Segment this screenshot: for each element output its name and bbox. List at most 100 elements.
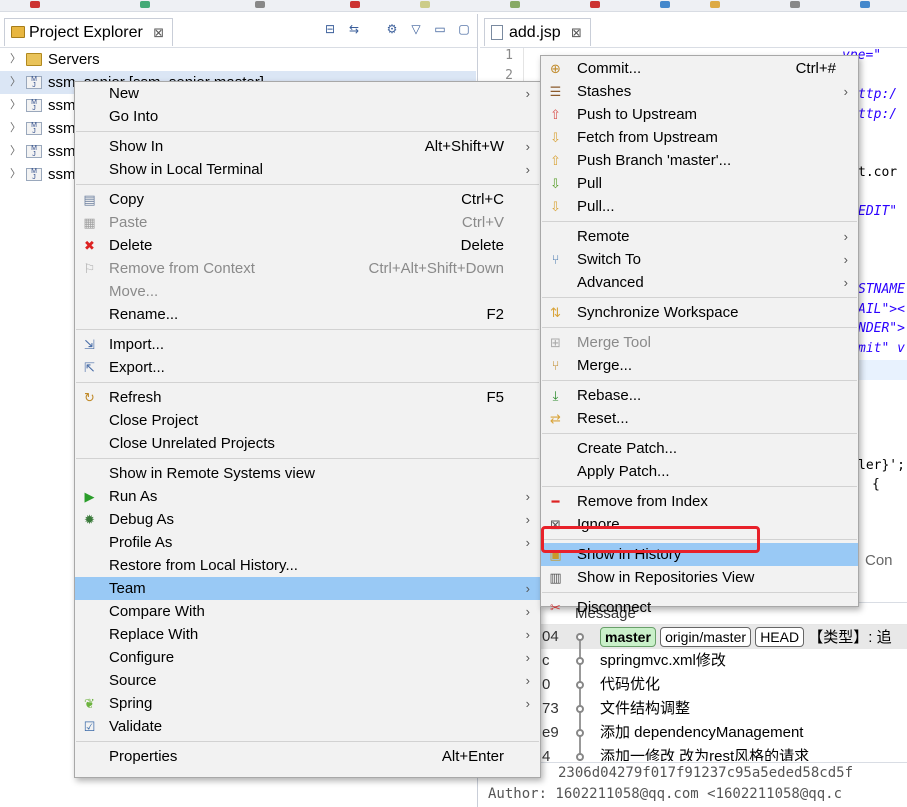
menu-item-copy[interactable]: ▤ Copy Ctrl+C bbox=[75, 188, 540, 211]
menu-item-reset[interactable]: ⇄ Reset... bbox=[541, 407, 858, 430]
menu-item-disconnect[interactable]: ✂ Disconnect bbox=[541, 596, 858, 619]
menu-item-profile-as[interactable]: Profile As › bbox=[75, 531, 540, 554]
menu-item-apply-patch[interactable]: Apply Patch... bbox=[541, 460, 858, 483]
expand-arrow-icon[interactable]: 〉 bbox=[10, 71, 21, 94]
tree-item[interactable]: 〉 Servers bbox=[0, 48, 476, 71]
expand-arrow-icon[interactable]: 〉 bbox=[10, 48, 21, 71]
menu-item-pull[interactable]: ⇩ Pull... bbox=[541, 195, 858, 218]
menu-item-show-in[interactable]: Show In Alt+Shift+W › bbox=[75, 135, 540, 158]
menu-item-show-in-history[interactable]: ▣ Show in History bbox=[541, 543, 858, 566]
expand-arrow-icon[interactable]: 〉 bbox=[10, 140, 21, 163]
toolbar-icon[interactable] bbox=[255, 1, 265, 8]
menu-item-push-to-upstream[interactable]: ⇧ Push to Upstream bbox=[541, 103, 858, 126]
menu-item-refresh[interactable]: ↻ Refresh F5 bbox=[75, 386, 540, 409]
commit-row[interactable]: 0 代码优化 bbox=[480, 673, 907, 697]
menu-item-debug-as[interactable]: ✹ Debug As › bbox=[75, 508, 540, 531]
commit-row[interactable]: e9 添加 dependencyManagement bbox=[480, 721, 907, 745]
commit-graph bbox=[574, 649, 586, 673]
menu-item-close-unrelated-projects[interactable]: Close Unrelated Projects bbox=[75, 432, 540, 455]
menu-item-stashes[interactable]: ☰ Stashes › bbox=[541, 80, 858, 103]
toolbar-icon[interactable] bbox=[350, 1, 360, 8]
menu-item-restore-from-local-history[interactable]: Restore from Local History... bbox=[75, 554, 540, 577]
menu-item-ignore[interactable]: ⊠ Ignore bbox=[541, 513, 858, 536]
toolbar-icon[interactable] bbox=[30, 1, 40, 8]
toolbar-icon[interactable] bbox=[860, 1, 870, 8]
commit-row[interactable]: 04 master origin/master HEAD 【类型】: 追 bbox=[480, 625, 907, 649]
menu-item-rebase[interactable]: ⤓ Rebase... bbox=[541, 384, 858, 407]
commit-message: 添加 dependencyManagement bbox=[600, 724, 804, 741]
menu-item-team[interactable]: Team › bbox=[75, 577, 540, 600]
expand-arrow-icon[interactable]: 〉 bbox=[10, 117, 21, 140]
menu-item-replace-with[interactable]: Replace With › bbox=[75, 623, 540, 646]
commit-row[interactable]: c springmvc.xml修改 bbox=[480, 649, 907, 673]
menu-item-commit[interactable]: ⊕ Commit... Ctrl+# bbox=[541, 57, 858, 80]
toolbar-icon[interactable] bbox=[710, 1, 720, 8]
menu-item-synchronize-workspace[interactable]: ⇅ Synchronize Workspace bbox=[541, 301, 858, 324]
toolbar-icon[interactable] bbox=[420, 1, 430, 8]
expand-arrow-icon[interactable]: 〉 bbox=[10, 94, 21, 117]
submenu-arrow-icon: › bbox=[525, 604, 530, 619]
close-icon[interactable]: ⊠ bbox=[153, 25, 164, 40]
toolbar-icon[interactable] bbox=[790, 1, 800, 8]
commit-row[interactable]: 4 添加一修改 改为rest风格的请求 bbox=[480, 745, 907, 761]
menu-item-show-in-repositories-view[interactable]: ▥ Show in Repositories View bbox=[541, 566, 858, 589]
menu-item-properties[interactable]: Properties Alt+Enter bbox=[75, 745, 540, 768]
menu-item-show-in-local-terminal[interactable]: Show in Local Terminal › bbox=[75, 158, 540, 181]
expand-arrow-icon[interactable]: 〉 bbox=[10, 163, 21, 186]
menu-item-merge-tool: ⊞ Merge Tool bbox=[541, 331, 858, 354]
minimize-icon[interactable]: ▭ bbox=[433, 22, 447, 36]
view-menu-icon[interactable]: ▽ bbox=[409, 22, 423, 36]
submenu-arrow-icon: › bbox=[525, 627, 530, 642]
toolbar-icon[interactable] bbox=[140, 1, 150, 8]
menu-item-new[interactable]: New › bbox=[75, 82, 540, 105]
disconnect-icon: ✂ bbox=[550, 600, 561, 615]
menu-separator bbox=[76, 458, 539, 459]
maximize-icon[interactable]: ▢ bbox=[457, 22, 471, 36]
commit-id: 0 bbox=[542, 676, 551, 693]
commit-row[interactable]: 73 文件结构调整 bbox=[480, 697, 907, 721]
menu-item-switch-to[interactable]: ⑂ Switch To › bbox=[541, 248, 858, 271]
tab-console[interactable]: Con bbox=[858, 549, 907, 573]
menu-item-delete[interactable]: ✖ Delete Delete bbox=[75, 234, 540, 257]
filter-icon[interactable]: ⚙ bbox=[385, 22, 399, 36]
toolbar-icon[interactable] bbox=[660, 1, 670, 8]
menu-item-label: Disconnect bbox=[577, 599, 652, 616]
menu-item-push-branch-master[interactable]: ⇧ Push Branch 'master'... bbox=[541, 149, 858, 172]
menu-item-run-as[interactable]: ▶ Run As › bbox=[75, 485, 540, 508]
toolbar-icon[interactable] bbox=[590, 1, 600, 8]
menu-item-import[interactable]: ⇲ Import... bbox=[75, 333, 540, 356]
branch-badge: origin/master bbox=[660, 627, 752, 647]
commit-message: springmvc.xml修改 bbox=[600, 652, 726, 669]
menu-item-source[interactable]: Source › bbox=[75, 669, 540, 692]
menu-item-pull[interactable]: ⇩ Pull bbox=[541, 172, 858, 195]
menu-item-create-patch[interactable]: Create Patch... bbox=[541, 437, 858, 460]
tab-add-jsp[interactable]: add.jsp ⊠ bbox=[484, 18, 591, 46]
menu-item-label: Show in Local Terminal bbox=[109, 161, 263, 178]
menu-item-label: Configure bbox=[109, 649, 175, 666]
menu-separator bbox=[76, 382, 539, 383]
menu-item-fetch-from-upstream[interactable]: ⇩ Fetch from Upstream bbox=[541, 126, 858, 149]
close-icon[interactable]: ⊠ bbox=[571, 25, 582, 40]
menu-item-merge[interactable]: ⑂ Merge... bbox=[541, 354, 858, 377]
menu-item-rename[interactable]: Rename... F2 bbox=[75, 303, 540, 326]
menu-item-show-in-remote-systems-view[interactable]: Show in Remote Systems view bbox=[75, 462, 540, 485]
menu-item-validate[interactable]: ☑ Validate bbox=[75, 715, 540, 738]
menu-item-configure[interactable]: Configure › bbox=[75, 646, 540, 669]
menu-item-remote[interactable]: Remote › bbox=[541, 225, 858, 248]
rebase-icon: ⤓ bbox=[552, 388, 559, 403]
menu-item-compare-with[interactable]: Compare With › bbox=[75, 600, 540, 623]
link-with-editor-icon[interactable]: ⇆ bbox=[347, 22, 361, 36]
tab-project-explorer[interactable]: Project Explorer ⊠ bbox=[4, 18, 174, 46]
branch-badge: HEAD bbox=[755, 627, 805, 647]
menu-item-go-into[interactable]: Go Into bbox=[75, 105, 540, 128]
remove-context-icon: ⚐ bbox=[83, 261, 96, 276]
menu-item-remove-from-index[interactable]: ━ Remove from Index bbox=[541, 490, 858, 513]
menu-item-close-project[interactable]: Close Project bbox=[75, 409, 540, 432]
menu-item-advanced[interactable]: Advanced › bbox=[541, 271, 858, 294]
menu-item-export[interactable]: ⇱ Export... bbox=[75, 356, 540, 379]
collapse-all-icon[interactable]: ⊟ bbox=[323, 22, 337, 36]
menu-item-label: Move... bbox=[109, 283, 159, 300]
toolbar-icon[interactable] bbox=[510, 1, 520, 8]
line-number: 1 bbox=[505, 48, 513, 63]
menu-item-spring[interactable]: ❦ Spring › bbox=[75, 692, 540, 715]
